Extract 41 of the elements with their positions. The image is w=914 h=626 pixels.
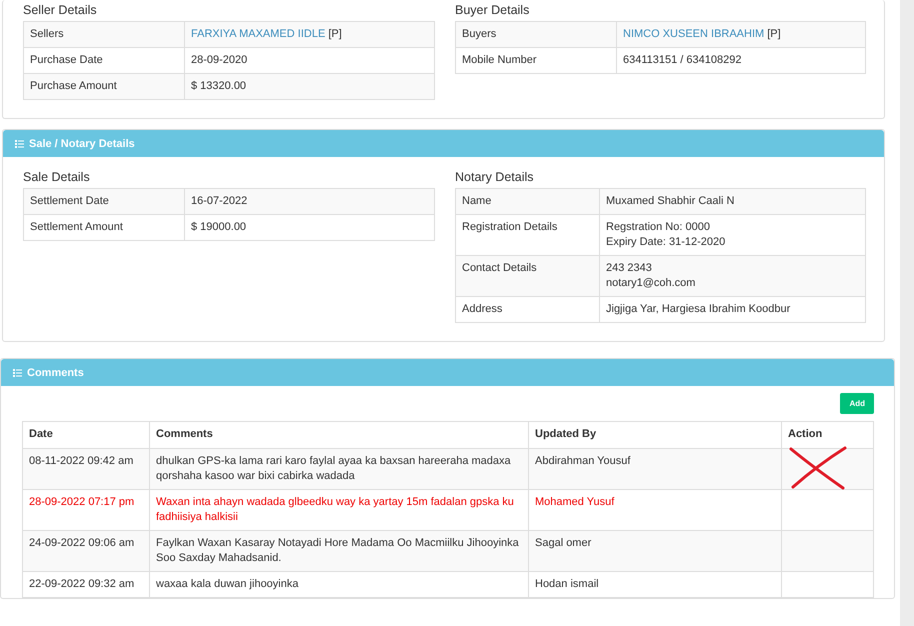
table-cell: Muxamed Shabhir Caali N	[600, 188, 866, 214]
section-title: Notary Details	[455, 169, 534, 185]
table-cell: Sagal omer	[528, 530, 782, 572]
table-cell-text: [P]	[327, 28, 342, 40]
section-title: Buyer Details	[455, 2, 530, 18]
section-title: Sale Details	[23, 169, 91, 185]
name-link[interactable]: NIMCO XUSEEN IBRAAHIM	[623, 28, 764, 40]
table-cell: 08-11-2022 09:42 am	[22, 448, 150, 490]
table-cell: Buyers	[456, 22, 616, 48]
table-cell: Abdirahman Yousuf	[528, 448, 782, 490]
panel-title: Sale / Notary Details	[29, 138, 135, 150]
column-header: Comments	[150, 422, 528, 448]
table-cell: waxaa kala duwan jihooyinka	[150, 572, 528, 598]
table-cell: Address	[456, 296, 600, 322]
table-cell: Settlement Amount	[24, 214, 184, 240]
table-cell: Jigjiga Yar, Hargiesa Ibrahim Koodbur	[600, 296, 866, 322]
table-cell: 243 2343 notary1@coh.com	[600, 256, 866, 296]
table-cell: $ 13320.00	[184, 74, 434, 100]
column-header: Date	[22, 422, 150, 448]
table-cell-text: [P]	[766, 28, 781, 40]
table-cell: Hodan ismail	[528, 572, 782, 598]
table-cell: Faylkan Waxan Kasaray Notayadi Hore Madama Oo Macmiilku Jihooyinka Soo Saxday Mahadsanid.	[150, 530, 528, 572]
table-cell: $ 19000.00	[184, 214, 434, 240]
panel-title: Comments	[27, 366, 84, 378]
table-cell: Mobile Number	[456, 48, 616, 74]
table-cell: Sellers	[24, 22, 184, 48]
add-button[interactable]: Add	[840, 393, 874, 414]
name-link[interactable]: FARXIYA MAXAMED IIDLE	[191, 28, 326, 40]
section-title: Seller Details	[23, 2, 98, 18]
table-cell: 24-09-2022 09:06 am	[22, 530, 150, 572]
table-cell: 634113151 / 634108292	[616, 48, 866, 74]
table-cell: 22-09-2022 09:32 am	[22, 572, 150, 598]
table-cell: Contact Details	[456, 256, 600, 296]
table-cell: 16-07-2022	[184, 188, 434, 214]
column-header: Updated By	[528, 422, 782, 448]
table-cell: dhulkan GPS-ka lama rari karo faylal ayaa ka baxsan hareeraha madaxa qorshaha kasoo war bixi cabirka wadada	[150, 448, 528, 490]
list-icon	[15, 140, 24, 148]
table-cell: Purchase Amount	[24, 74, 184, 100]
table-cell: Settlement Date	[24, 188, 184, 214]
table-cell: Name	[456, 188, 600, 214]
list-icon	[13, 368, 22, 376]
